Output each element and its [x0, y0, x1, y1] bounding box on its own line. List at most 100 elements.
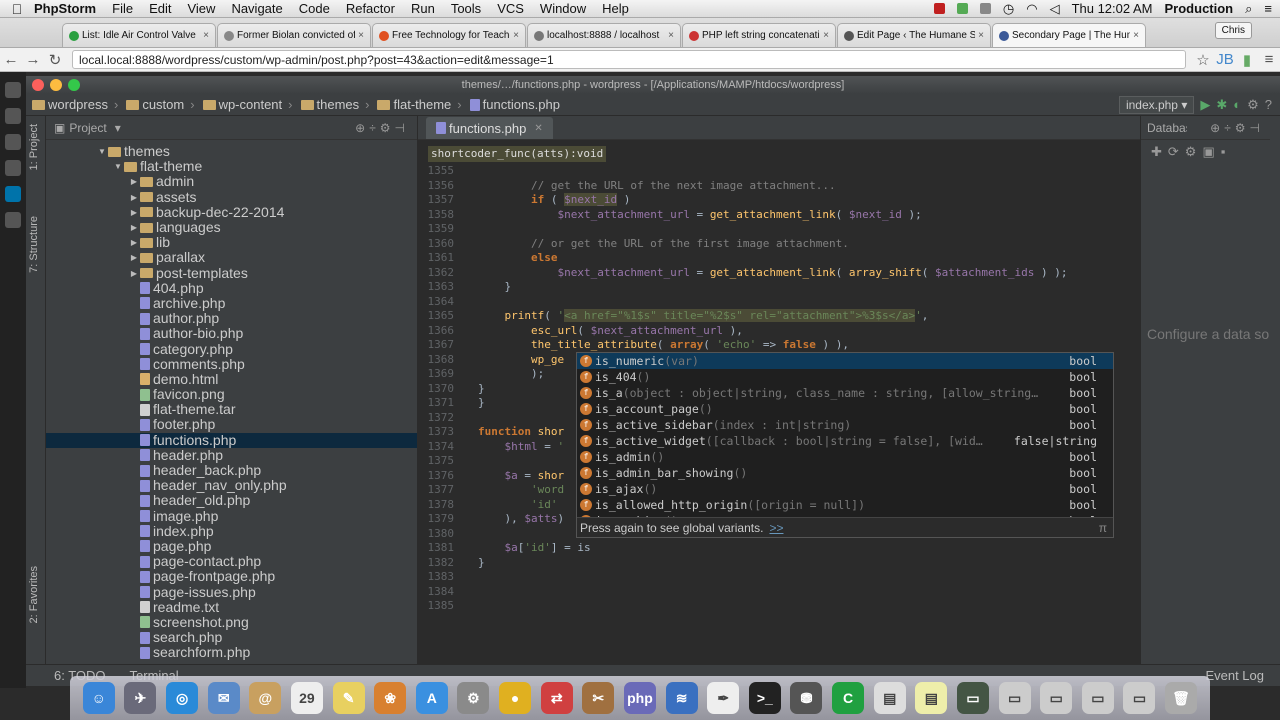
chevron-down-icon[interactable]: ▼: [96, 144, 108, 159]
completion-item[interactable]: f is_allowed_http_origin ([origin = null])…: [577, 497, 1113, 513]
wifi-icon[interactable]: ◠: [1026, 1, 1037, 17]
menu-code[interactable]: Code: [299, 1, 330, 16]
tree-item[interactable]: page-frontpage.php: [46, 569, 417, 584]
close-icon[interactable]: ×: [1133, 30, 1139, 41]
breadcrumb-item[interactable]: flat-theme ›: [377, 97, 462, 112]
code-line[interactable]: 1384: [418, 585, 1140, 600]
project-view-select[interactable]: Project: [69, 121, 106, 135]
screen-icon-2[interactable]: ▭: [998, 682, 1031, 714]
help-icon[interactable]: ?: [1265, 97, 1272, 112]
app-menu[interactable]: PhpStorm: [34, 1, 96, 16]
menu-window[interactable]: Window: [540, 1, 586, 16]
close-icon[interactable]: ×: [513, 30, 519, 41]
tree-item[interactable]: 404.php: [46, 280, 417, 296]
close-icon[interactable]: ×: [823, 30, 829, 41]
safari-icon[interactable]: ◎: [166, 682, 199, 714]
menu-help[interactable]: Help: [602, 1, 629, 16]
clock[interactable]: Thu 12:02 AM: [1072, 1, 1153, 16]
utility-icon[interactable]: ✂: [582, 682, 615, 714]
tree-item[interactable]: ▶ languages: [46, 220, 417, 235]
close-icon[interactable]: ×: [978, 30, 984, 41]
chevron-down-icon[interactable]: ▾: [115, 121, 121, 135]
code-line[interactable]: 1364: [418, 295, 1140, 310]
tree-item[interactable]: ▶ admin: [46, 174, 417, 189]
code-line[interactable]: 1360 // or get the URL of the first imag…: [418, 237, 1140, 252]
launchpad-icon[interactable]: ✈: [124, 682, 157, 714]
tree-item[interactable]: footer.php: [46, 417, 417, 432]
chevron-right-icon[interactable]: ▶: [128, 190, 140, 205]
menu-tools[interactable]: Tools: [451, 1, 481, 16]
code-line[interactable]: 1367 the_title_attribute( array( 'echo' …: [418, 338, 1140, 353]
pages-icon[interactable]: [5, 186, 21, 202]
tree-item[interactable]: author.php: [46, 311, 417, 326]
chrome-menu-icon[interactable]: ≡: [1258, 51, 1280, 68]
completion-item[interactable]: f is_a (object : object|string, class_name…: [577, 385, 1113, 401]
window-close-icon[interactable]: [32, 79, 44, 91]
tree-item[interactable]: readme.txt: [46, 599, 417, 615]
notifications-icon[interactable]: ≡: [1264, 1, 1272, 16]
address-bar[interactable]: local.local:8888/wordpress/custom/wp-adm…: [72, 50, 1186, 69]
menu-edit[interactable]: Edit: [149, 1, 171, 16]
tree-item[interactable]: category.php: [46, 341, 417, 356]
tree-item[interactable]: ▶ post-templates: [46, 265, 417, 281]
breadcrumb-item[interactable]: functions.php: [469, 97, 560, 112]
status-icon[interactable]: [979, 3, 991, 14]
chevron-right-icon[interactable]: ▶: [128, 205, 140, 220]
menu-run[interactable]: Run: [411, 1, 435, 16]
browser-tab[interactable]: localhost:8888 / localhost ×: [527, 23, 681, 47]
tool-tab-project[interactable]: 1: Project: [28, 124, 40, 170]
tool-tab-structure[interactable]: 7: Structure: [28, 216, 40, 273]
pin-icon[interactable]: π: [1099, 518, 1107, 538]
textedit-icon[interactable]: ✒: [707, 682, 740, 714]
breadcrumb-item[interactable]: wordpress ›: [32, 97, 118, 112]
photos-icon[interactable]: ❀: [374, 682, 407, 714]
code-line[interactable]: 1381 $a['id'] = is: [418, 541, 1140, 556]
extension-icon[interactable]: JB: [1214, 51, 1236, 68]
tree-item[interactable]: page-issues.php: [46, 584, 417, 599]
completion-item[interactable]: f is_account_page() bool: [577, 401, 1113, 417]
bookmark-star-icon[interactable]: ☆: [1192, 51, 1214, 69]
tree-item[interactable]: searchform.php: [46, 645, 417, 660]
tool-tab-favorites[interactable]: 2: Favorites: [28, 566, 40, 623]
time-machine-icon[interactable]: ◷: [1003, 1, 1014, 17]
window-zoom-icon[interactable]: [68, 79, 80, 91]
code-line[interactable]: 1363 }: [418, 280, 1140, 295]
code-line[interactable]: 1359: [418, 222, 1140, 237]
trash-icon[interactable]: 🗑: [1165, 682, 1198, 714]
breadcrumb-item[interactable]: custom ›: [126, 97, 195, 112]
doc-icon-2[interactable]: ▤: [915, 682, 948, 714]
tree-item[interactable]: header_nav_only.php: [46, 478, 417, 493]
mail-icon[interactable]: ✉: [207, 682, 240, 714]
run-icon[interactable]: ▶: [1200, 97, 1210, 113]
completion-item[interactable]: f is_admin() bool: [577, 449, 1113, 465]
window-minimize-icon[interactable]: [50, 79, 62, 91]
tree-item[interactable]: page-contact.php: [46, 554, 417, 569]
menu-navigate[interactable]: Navigate: [231, 1, 282, 16]
database-toolbar[interactable]: ✚⟳⚙▣▪: [1141, 140, 1270, 164]
code-line[interactable]: 1383: [418, 570, 1140, 585]
code-line[interactable]: 1385: [418, 599, 1140, 614]
settings-icon[interactable]: ⚙: [1247, 97, 1259, 113]
tree-item[interactable]: ▶ lib: [46, 235, 417, 250]
screen-icon[interactable]: ▭: [956, 682, 989, 714]
dashboard-icon[interactable]: [5, 108, 21, 124]
menu-view[interactable]: View: [187, 1, 215, 16]
chevron-right-icon[interactable]: ▶: [128, 174, 140, 189]
code-line[interactable]: 1358 $next_attachment_url = get_attachme…: [418, 208, 1140, 223]
screen-icon-3[interactable]: ▭: [1040, 682, 1073, 714]
tree-item[interactable]: ▶ backup-dec-22-2014: [46, 204, 417, 220]
tree-item[interactable]: author-bio.php: [46, 326, 417, 341]
chevron-right-icon[interactable]: ▶: [128, 250, 140, 265]
close-icon[interactable]: ×: [203, 30, 209, 41]
breadcrumb-item[interactable]: wp-content ›: [202, 97, 293, 112]
tree-item[interactable]: comments.php: [46, 356, 417, 372]
tree-item[interactable]: header_back.php: [46, 463, 417, 478]
appstore-icon[interactable]: A: [415, 682, 448, 714]
apple-icon[interactable]: : [0, 1, 34, 17]
notes-icon[interactable]: ✎: [332, 682, 365, 714]
comments-icon[interactable]: [5, 212, 21, 228]
spotlight-icon[interactable]: ⌕: [1245, 1, 1252, 17]
code-line[interactable]: 1361 else: [418, 251, 1140, 266]
code-line[interactable]: 1355: [418, 164, 1140, 179]
screen-icon-4[interactable]: ▭: [1081, 682, 1114, 714]
